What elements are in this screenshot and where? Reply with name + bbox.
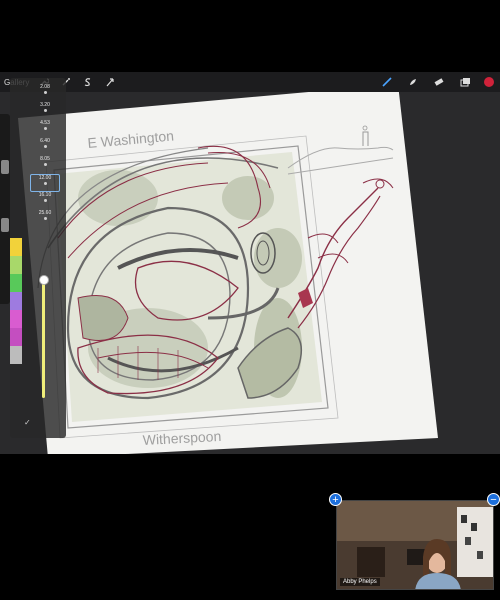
brush-size-option[interactable]: 2.08 bbox=[30, 84, 60, 102]
brush-size-value: 12.00 bbox=[38, 175, 52, 181]
color-palette-strip bbox=[10, 238, 22, 364]
checkmark-icon[interactable]: ✓ bbox=[24, 418, 31, 427]
brush-size-dot-icon bbox=[43, 145, 47, 148]
participant-name-label: Abby Phelps bbox=[340, 578, 380, 586]
brush-size-option-selected[interactable]: 12.00 bbox=[30, 174, 60, 192]
brush-size-dot-icon bbox=[43, 91, 47, 94]
color-swatch-light-green[interactable] bbox=[10, 256, 22, 274]
selection-s-icon[interactable] bbox=[81, 75, 95, 89]
procreate-toolbar: Gallery bbox=[0, 72, 500, 92]
brush-size-value: 25.60 bbox=[38, 210, 52, 216]
eraser-icon[interactable] bbox=[432, 75, 446, 89]
brush-size-value: 2.08 bbox=[40, 84, 50, 90]
color-swatch-green[interactable] bbox=[10, 274, 22, 292]
layers-icon[interactable] bbox=[458, 75, 472, 89]
collapse-minus-icon[interactable]: − bbox=[487, 493, 500, 506]
color-swatch-purple[interactable] bbox=[10, 292, 22, 310]
brush-size-option[interactable]: 16.10 bbox=[30, 192, 60, 210]
top-black-area bbox=[0, 0, 500, 72]
arrow-cursor-icon[interactable] bbox=[103, 75, 117, 89]
brush-icon[interactable] bbox=[380, 75, 394, 89]
brush-size-value: 3.20 bbox=[40, 102, 50, 108]
brush-size-option[interactable]: 3.20 bbox=[30, 102, 60, 120]
drawing-canvas-area[interactable]: E Washington Witherspoon bbox=[0, 92, 500, 454]
brush-size-value: 4.53 bbox=[40, 120, 50, 126]
color-swatch-pink[interactable] bbox=[10, 328, 22, 346]
opacity-slider-knob[interactable] bbox=[39, 275, 49, 285]
brush-size-slider-knob[interactable] bbox=[1, 160, 9, 174]
brush-size-dot-icon bbox=[43, 127, 47, 130]
expand-plus-icon[interactable]: + bbox=[329, 493, 342, 506]
brush-size-value: 16.10 bbox=[38, 192, 52, 198]
brush-size-value: 8.05 bbox=[40, 156, 50, 162]
opacity-slider-track[interactable] bbox=[42, 278, 45, 398]
brush-size-value: 6.40 bbox=[40, 138, 50, 144]
left-sidebar-sliders[interactable] bbox=[0, 114, 10, 304]
color-swatch-gray[interactable] bbox=[10, 346, 22, 364]
video-call-thumbnail[interactable]: Abby Phelps bbox=[336, 500, 494, 590]
color-swatch-yellow[interactable] bbox=[10, 238, 22, 256]
brush-size-dot-icon bbox=[43, 163, 47, 166]
active-color-swatch[interactable] bbox=[484, 77, 494, 87]
brush-opacity-slider-knob[interactable] bbox=[1, 218, 9, 232]
sketch-paper[interactable]: E Washington Witherspoon bbox=[8, 92, 488, 454]
smudge-icon[interactable] bbox=[406, 75, 420, 89]
toolbar-right-group bbox=[380, 75, 494, 89]
brush-size-dot-icon bbox=[43, 217, 47, 220]
brush-size-dot-icon bbox=[43, 109, 47, 112]
site-plan-sketch: E Washington Witherspoon bbox=[18, 92, 438, 454]
brush-size-option[interactable]: 8.05 bbox=[30, 156, 60, 174]
brush-size-dot-icon bbox=[43, 182, 47, 185]
brush-size-option[interactable]: 4.53 bbox=[30, 120, 60, 138]
brush-size-list: 2.08 3.20 4.53 6.40 8.05 12.00 16.10 25.… bbox=[30, 84, 60, 228]
brush-size-option[interactable]: 25.60 bbox=[30, 210, 60, 228]
color-swatch-magenta[interactable] bbox=[10, 310, 22, 328]
brush-size-option[interactable]: 6.40 bbox=[30, 138, 60, 156]
brush-size-dot-icon bbox=[43, 199, 47, 202]
video-feed bbox=[337, 501, 493, 589]
